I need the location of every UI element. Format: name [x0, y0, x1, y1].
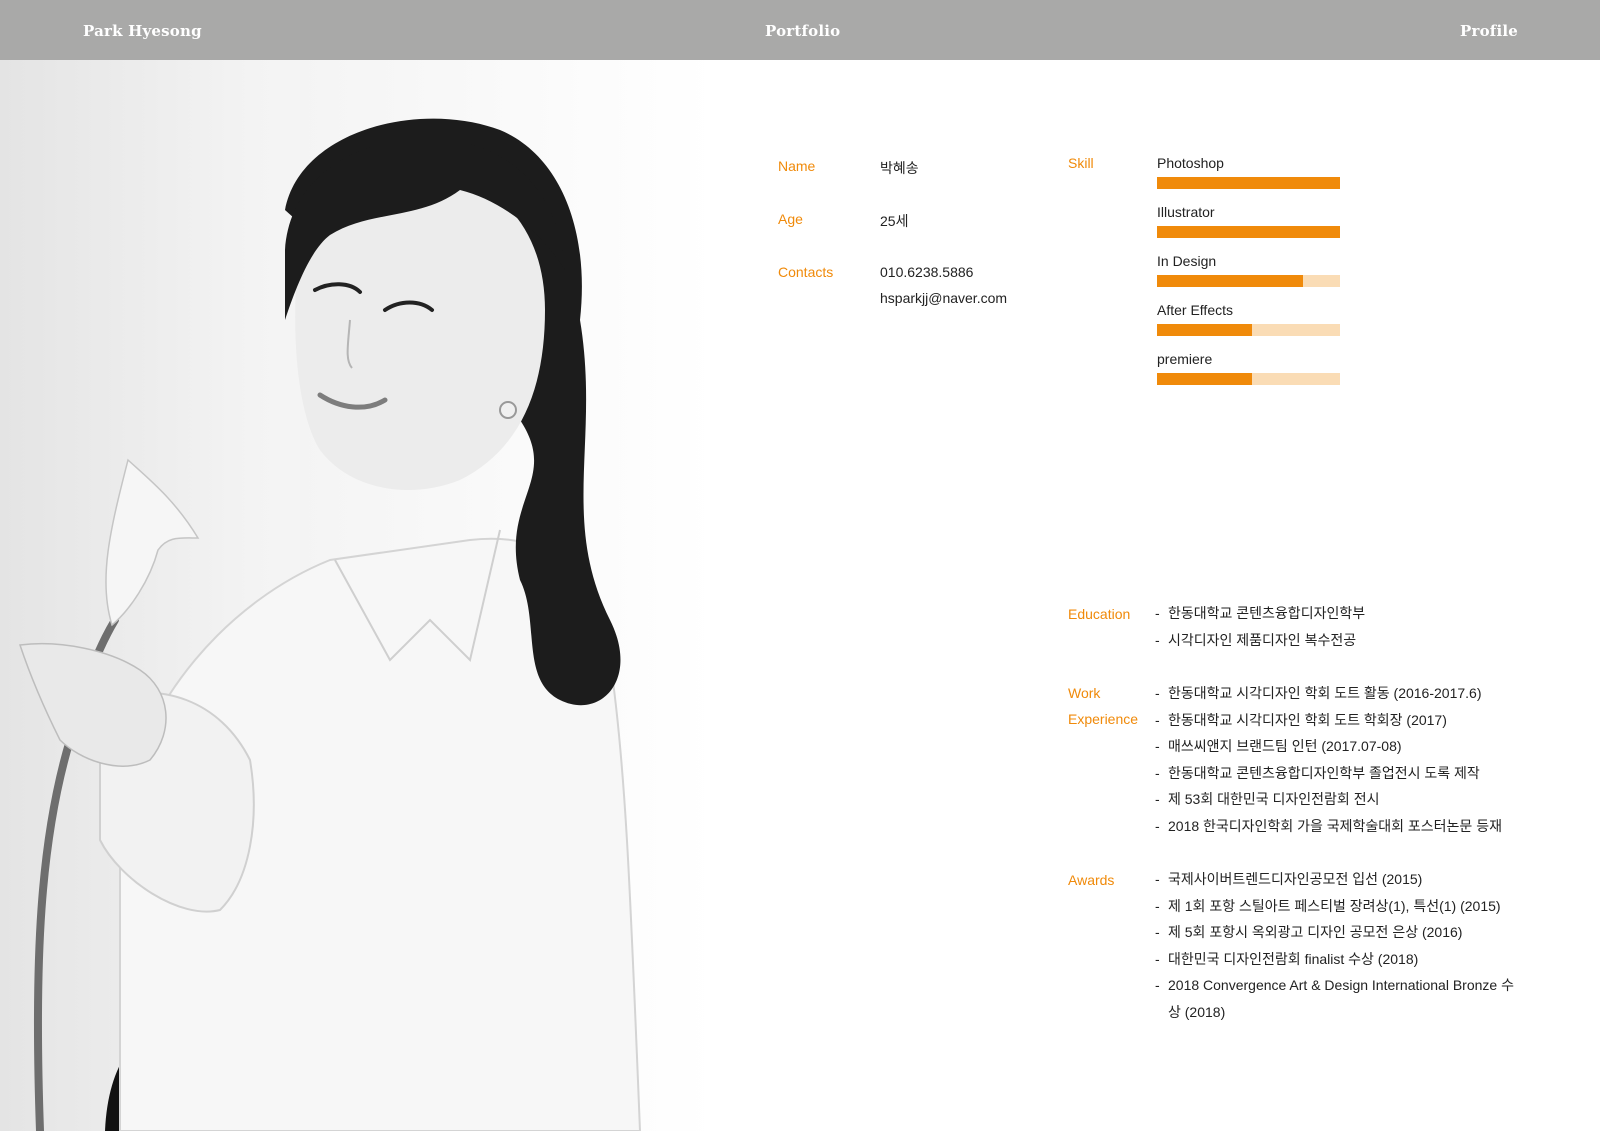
skill-bar-fill [1157, 324, 1252, 336]
name-label: Name [778, 158, 816, 174]
education-label: Education [1068, 606, 1131, 622]
skill-bar-track [1157, 177, 1340, 189]
work-list: 한동대학교 시각디자인 학회 도트 활동 (2016-2017.6) 한동대학교… [1155, 680, 1502, 839]
list-item: 2018 Convergence Art & Design Internatio… [1155, 972, 1525, 1025]
skill-bar-track [1157, 226, 1340, 238]
top-bar: Park Hyesong Portfolio Profile [0, 0, 1600, 60]
skill-bar-track [1157, 275, 1340, 287]
list-item: 매쓰씨앤지 브랜드팀 인턴 (2017.07-08) [1155, 733, 1502, 760]
list-item: 제 1회 포항 스틸아트 페스티벌 장려상(1), 특선(1) (2015) [1155, 893, 1525, 920]
name-value: 박혜송 [880, 160, 919, 176]
skill-bar-fill [1157, 275, 1303, 287]
list-item: 한동대학교 시각디자인 학회 도트 학회장 (2017) [1155, 707, 1502, 734]
phone-value: 010.6238.5886 [880, 264, 974, 280]
header-section: Profile [1460, 22, 1518, 40]
list-item: 시각디자인 제품디자인 복수전공 [1155, 627, 1365, 654]
list-item: 국제사이버트렌드디자인공모전 입선 (2015) [1155, 866, 1525, 893]
skill-bar-track [1157, 373, 1340, 385]
header-title: Portfolio [765, 22, 841, 40]
list-item: 제 53회 대한민국 디자인전람회 전시 [1155, 786, 1502, 813]
list-item: 대한민국 디자인전람회 finalist 수상 (2018) [1155, 946, 1525, 973]
age-label: Age [778, 211, 803, 227]
contacts-label: Contacts [778, 264, 834, 280]
skill-bar-fill [1157, 226, 1340, 238]
list-item: 한동대학교 시각디자인 학회 도트 활동 (2016-2017.6) [1155, 680, 1502, 707]
list-item: 2018 한국디자인학회 가을 국제학술대회 포스터논문 등재 [1155, 813, 1502, 840]
portrait-photo [0, 60, 715, 1131]
skill-bar-fill [1157, 177, 1340, 189]
list-item: 한동대학교 콘텐츠융합디자인학부 [1155, 600, 1365, 627]
skill-name: Photoshop [1157, 155, 1224, 171]
skill-bar-track [1157, 324, 1340, 336]
work-label-line2: Experience [1068, 711, 1139, 727]
list-item: 한동대학교 콘텐츠융합디자인학부 졸업전시 도록 제작 [1155, 760, 1502, 787]
list-item: 제 5회 포항시 옥외광고 디자인 공모전 은상 (2016) [1155, 919, 1525, 946]
awards-list: 국제사이버트렌드디자인공모전 입선 (2015) 제 1회 포항 스틸아트 페스… [1155, 866, 1525, 1025]
skill-name: Illustrator [1157, 204, 1215, 220]
skill-name: In Design [1157, 253, 1217, 269]
skill-name: After Effects [1157, 302, 1233, 318]
awards-label: Awards [1068, 872, 1115, 888]
skill-bar-fill [1157, 373, 1252, 385]
email-value: hsparkjj@naver.com [880, 290, 1008, 306]
skill-label: Skill [1068, 155, 1094, 171]
education-list: 한동대학교 콘텐츠융합디자인학부 시각디자인 제품디자인 복수전공 [1155, 600, 1365, 653]
work-label-line1: Work [1068, 685, 1101, 701]
age-value: 25세 [880, 213, 909, 229]
skill-name: premiere [1157, 351, 1213, 367]
header-name: Park Hyesong [83, 22, 202, 40]
